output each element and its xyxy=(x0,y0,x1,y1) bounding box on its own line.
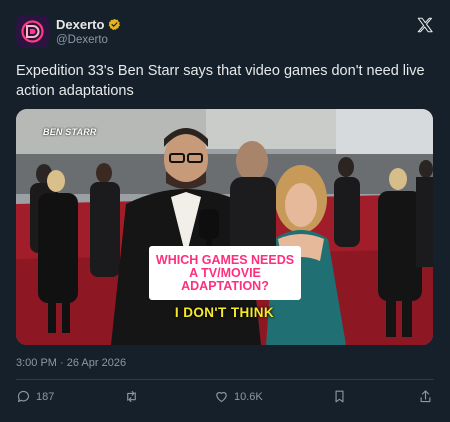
reply-icon xyxy=(17,390,29,403)
dexerto-logo-icon xyxy=(16,15,49,48)
bookmark-icon xyxy=(335,390,344,403)
heart-icon xyxy=(216,392,227,403)
retweet-button[interactable] xyxy=(124,389,144,404)
action-bar: 187 10.6K xyxy=(16,389,434,409)
tweet-card: Dexerto @Dexerto Expedition 33's Ben Sta… xyxy=(0,0,450,422)
display-name-row[interactable]: Dexerto xyxy=(56,17,121,32)
handle[interactable]: @Dexerto xyxy=(56,34,108,46)
name-tag: BEN STARR xyxy=(43,127,97,137)
caption-question: WHICH GAMES NEEDS A TV/MOVIE ADAPTATION? xyxy=(155,252,295,293)
share-button[interactable] xyxy=(418,389,433,404)
like-button[interactable]: 10.6K xyxy=(214,389,263,404)
x-logo-icon[interactable] xyxy=(416,16,434,34)
verified-badge-icon xyxy=(109,18,121,31)
like-count: 10.6K xyxy=(234,390,263,403)
bookmark-button[interactable] xyxy=(332,389,347,404)
display-name[interactable]: Dexerto xyxy=(56,17,104,32)
tweet-timestamp[interactable]: 3:00 PM · 26 Apr 2026 xyxy=(16,357,126,369)
tweet-media[interactable]: BEN STARR WHICH GAMES NEEDS A TV/MOVIE A… xyxy=(16,109,433,345)
divider xyxy=(16,379,434,380)
retweet-icon xyxy=(127,390,136,403)
video-subtitle: I DON'T THINK xyxy=(174,305,275,320)
reply-button[interactable]: 187 xyxy=(16,389,54,404)
avatar[interactable] xyxy=(16,15,49,48)
reply-count: 187 xyxy=(36,390,55,403)
share-icon xyxy=(420,390,431,403)
tweet-text: Expedition 33's Ben Starr says that vide… xyxy=(16,63,425,99)
caption-question-box: WHICH GAMES NEEDS A TV/MOVIE ADAPTATION? xyxy=(149,246,301,300)
